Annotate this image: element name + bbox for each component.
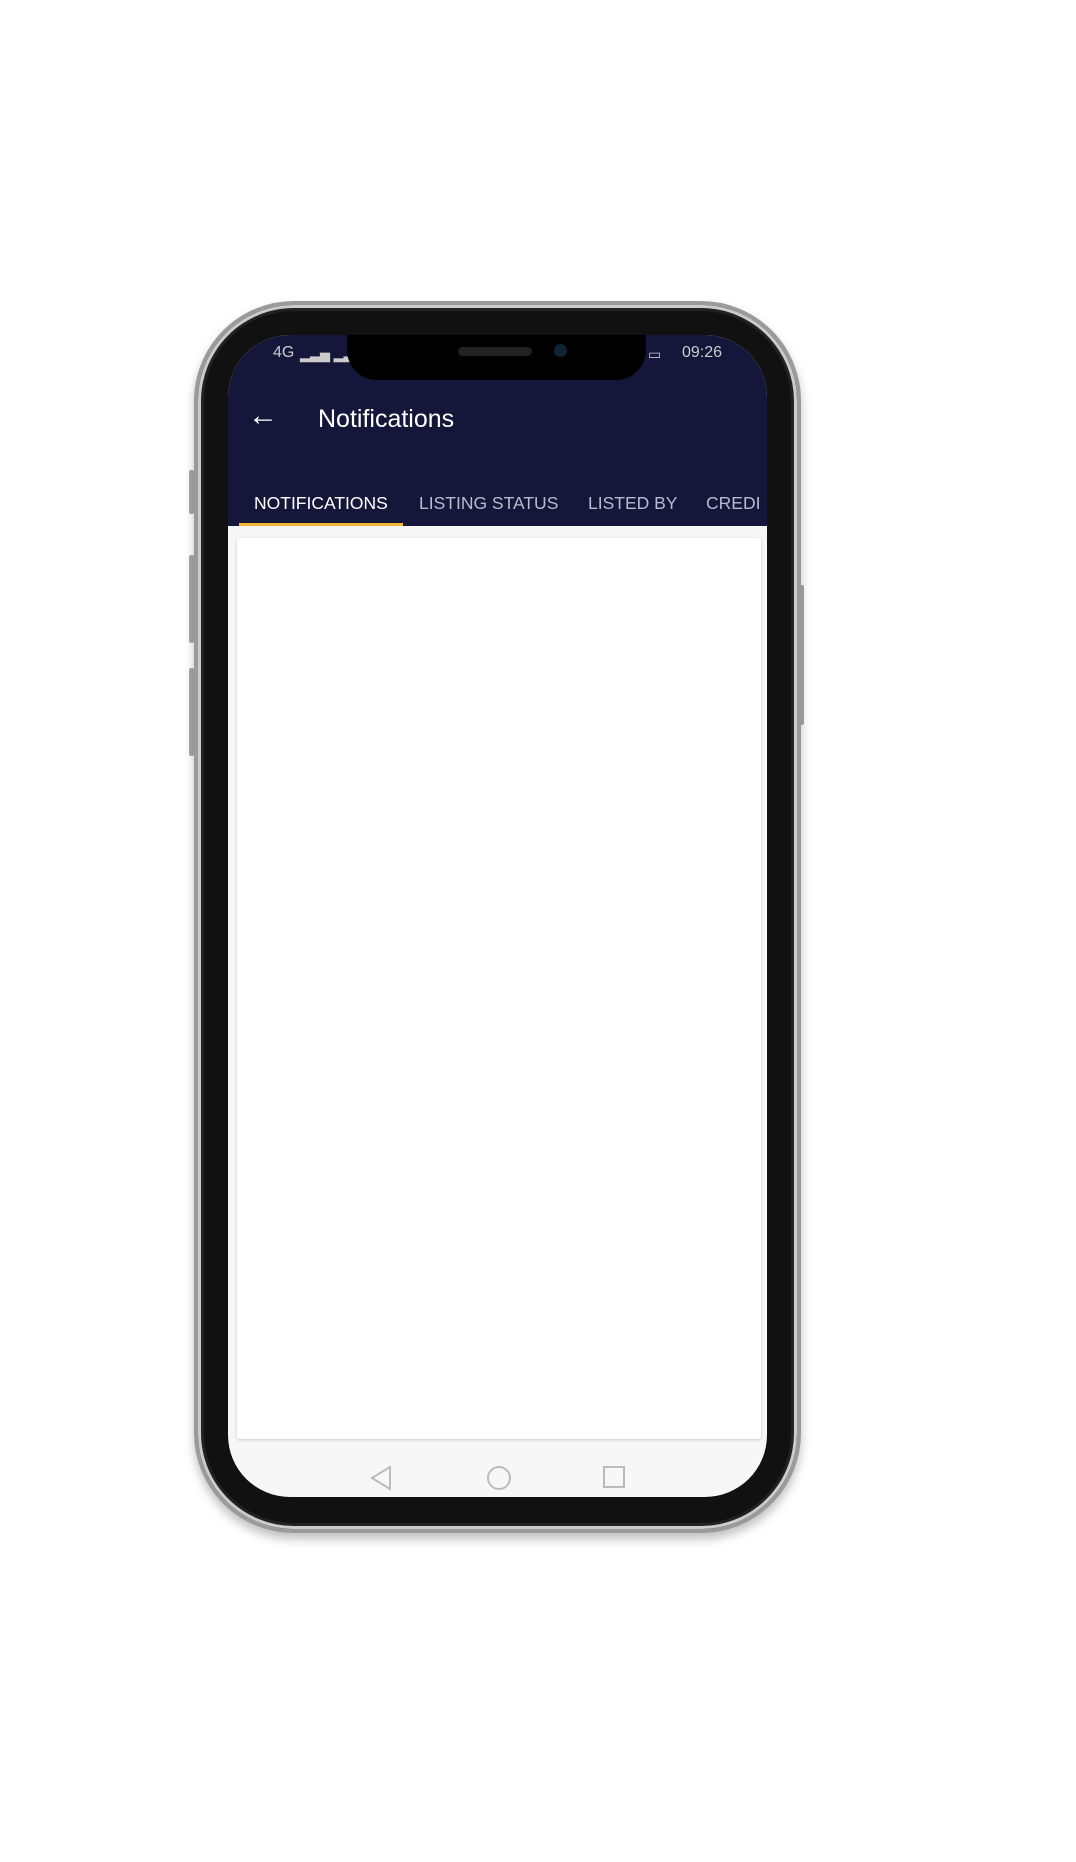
tab-listed-by[interactable]: LISTED BY — [588, 493, 677, 514]
page-title: Notifications — [318, 405, 455, 433]
tab-bar: NOTIFICATIONS LISTING STATUS LISTED BY C… — [228, 475, 767, 526]
tab-listing-status[interactable]: LISTING STATUS — [419, 493, 558, 514]
speaker — [458, 347, 532, 356]
recents-square-icon[interactable] — [602, 1465, 626, 1489]
tab-notifications[interactable]: NOTIFICATIONS — [254, 493, 388, 514]
tab-credit[interactable]: CREDI — [706, 493, 760, 514]
phone-screen: 4G ▂▃▅ ▂▃▅ ◯ ▭ 09:26 ← Notifications NOT… — [228, 335, 767, 1497]
arrow-left-icon[interactable]: ← — [248, 399, 278, 433]
app-header: 4G ▂▃▅ ▂▃▅ ◯ ▭ 09:26 ← Notifications NOT… — [228, 335, 767, 526]
notch — [347, 335, 646, 380]
status-time: 09:26 — [682, 344, 723, 361]
battery-icon: ▭ — [648, 346, 662, 362]
tab-indicator — [239, 523, 403, 526]
back-triangle-icon[interactable] — [369, 1465, 393, 1491]
home-circle-icon[interactable] — [486, 1465, 512, 1491]
notifications-list — [237, 538, 761, 1439]
network-label: 4G — [273, 344, 295, 361]
camera-icon — [554, 344, 567, 357]
